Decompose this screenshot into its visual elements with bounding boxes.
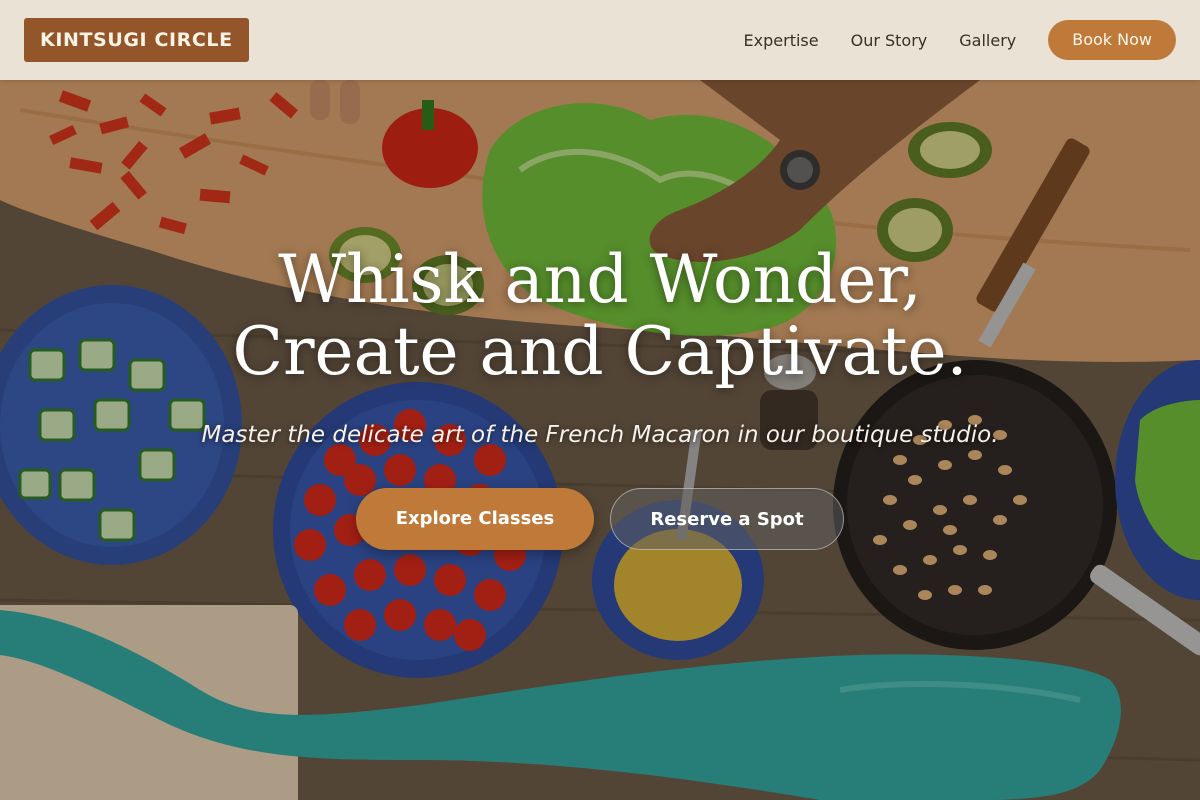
reserve-spot-button[interactable]: Reserve a Spot bbox=[610, 488, 844, 550]
brand-logo[interactable]: KINTSUGI CIRCLE bbox=[24, 18, 249, 62]
hero-section: Whisk and Wonder, Create and Captivate. … bbox=[0, 244, 1200, 550]
nav-link-expertise[interactable]: Expertise bbox=[744, 31, 819, 50]
book-now-button[interactable]: Book Now bbox=[1048, 20, 1176, 60]
hero-cta-row: Explore Classes Reserve a Spot bbox=[0, 488, 1200, 550]
nav-link-our-story[interactable]: Our Story bbox=[851, 31, 928, 50]
site-header: KINTSUGI CIRCLE Expertise Our Story Gall… bbox=[0, 0, 1200, 80]
hero-title: Whisk and Wonder, Create and Captivate. bbox=[232, 241, 968, 390]
hero-subtitle: Master the delicate art of the French Ma… bbox=[201, 422, 999, 448]
main-nav: Expertise Our Story Gallery Book Now bbox=[744, 20, 1176, 60]
nav-link-gallery[interactable]: Gallery bbox=[959, 31, 1016, 50]
explore-classes-button[interactable]: Explore Classes bbox=[356, 488, 594, 550]
